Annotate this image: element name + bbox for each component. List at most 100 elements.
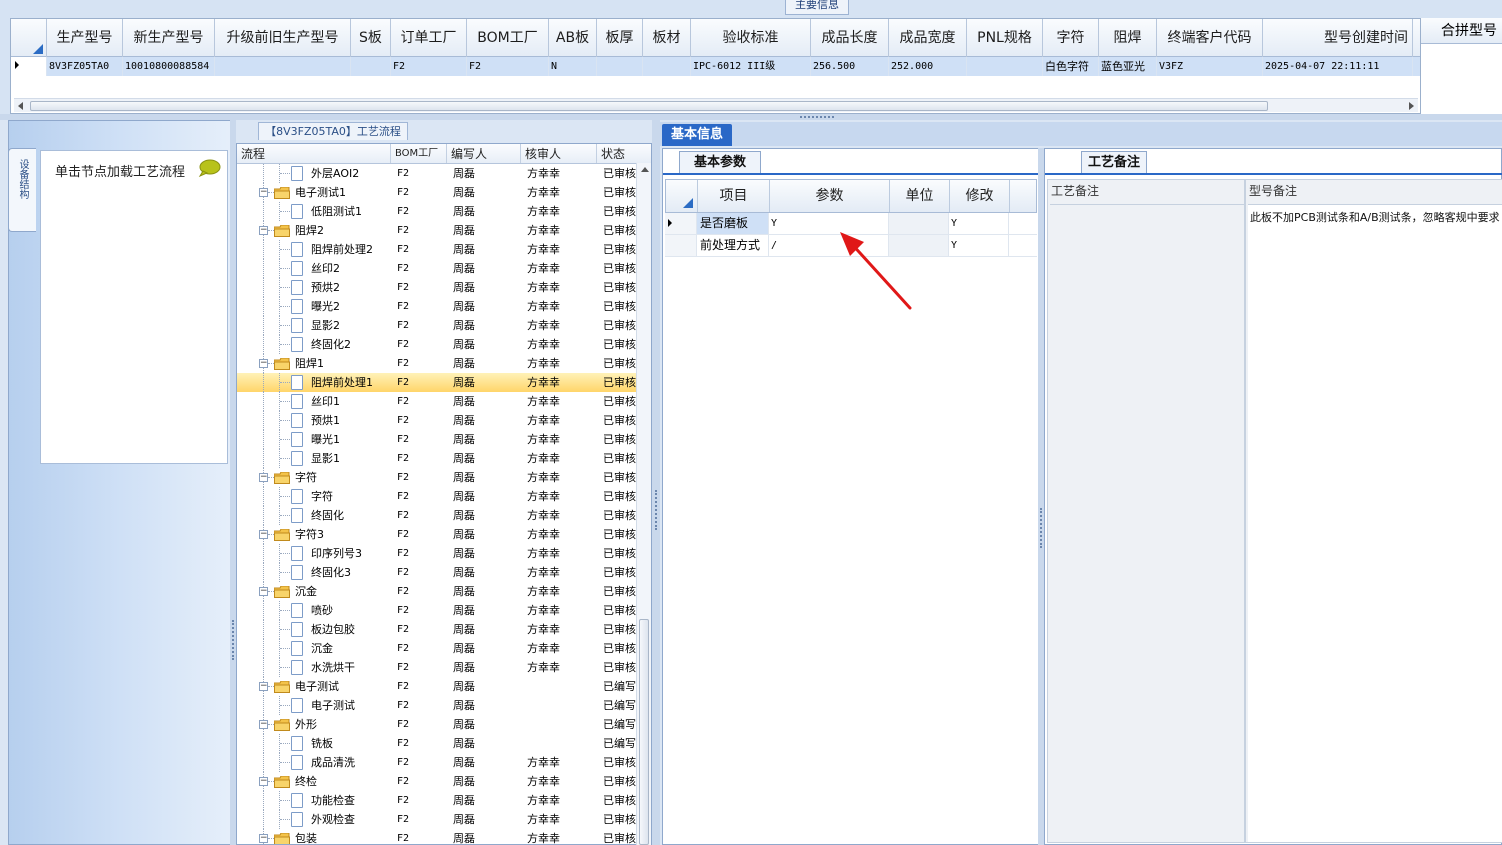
tree-cell-reviewer[interactable]: 方幸幸: [521, 354, 597, 373]
tree-col-writer[interactable]: 编写人: [447, 144, 521, 163]
tree-cell-writer[interactable]: 周磊: [447, 810, 521, 829]
tree-row[interactable]: − 终检 F2 周磊 方幸幸 已审核: [237, 772, 637, 791]
col-header-order-factory[interactable]: 订单工厂: [391, 19, 467, 57]
tree-cell-reviewer[interactable]: 方幸幸: [521, 316, 597, 335]
tree-node[interactable]: 终固化2: [237, 335, 391, 354]
param-col-unit[interactable]: 单位: [890, 180, 950, 212]
tree-cell-writer[interactable]: 周磊: [447, 183, 521, 202]
tree-row[interactable]: 曝光2 F2 周磊 方幸幸 已审核: [237, 297, 637, 316]
tree-cell-bom[interactable]: F2: [391, 449, 447, 468]
tree-cell-bom[interactable]: F2: [391, 259, 447, 278]
cell-pnl[interactable]: [967, 57, 1043, 76]
tree-node[interactable]: 丝印2: [237, 259, 391, 278]
tree-cell-writer[interactable]: 周磊: [447, 202, 521, 221]
tree-cell-status[interactable]: 已审核: [597, 791, 637, 810]
tree-cell-reviewer[interactable]: 方幸幸: [521, 392, 597, 411]
cell-production-model[interactable]: 8V3FZ05TA0: [47, 57, 123, 76]
tree-cell-writer[interactable]: 周磊: [447, 601, 521, 620]
tree-row[interactable]: 阻焊前处理2 F2 周磊 方幸幸 已审核: [237, 240, 637, 259]
tree-node[interactable]: 阻焊前处理1: [237, 373, 391, 392]
vscroll-thumb[interactable]: [639, 619, 649, 845]
cell-length[interactable]: 256.500: [811, 57, 889, 76]
collapse-toggle-icon[interactable]: −: [259, 720, 268, 729]
tree-cell-reviewer[interactable]: [521, 734, 597, 753]
tree-cell-bom[interactable]: F2: [391, 829, 447, 844]
tree-cell-bom[interactable]: F2: [391, 772, 447, 791]
col-header-s-board[interactable]: S板: [351, 19, 391, 57]
col-header-created-time[interactable]: 型号创建时间: [1263, 19, 1413, 57]
tree-cell-bom[interactable]: F2: [391, 544, 447, 563]
tree-cell-bom[interactable]: F2: [391, 278, 447, 297]
collapse-toggle-icon[interactable]: −: [259, 682, 268, 691]
tree-cell-bom[interactable]: F2: [391, 354, 447, 373]
tree-cell-reviewer[interactable]: 方幸幸: [521, 829, 597, 844]
tree-cell-bom[interactable]: F2: [391, 335, 447, 354]
cell-bom-factory[interactable]: F2: [467, 57, 549, 76]
col-header-solder-mask[interactable]: 阻焊: [1099, 19, 1157, 57]
tree-cell-bom[interactable]: F2: [391, 696, 447, 715]
tree-cell-writer[interactable]: 周磊: [447, 278, 521, 297]
cell-created-time[interactable]: 2025-04-07 22:11:11: [1263, 57, 1413, 76]
tree-node[interactable]: 喷砂: [237, 601, 391, 620]
tree-node[interactable]: − 阻焊2: [237, 221, 391, 240]
param-grid-corner[interactable]: [666, 180, 698, 212]
tree-cell-bom[interactable]: F2: [391, 297, 447, 316]
tree-cell-bom[interactable]: F2: [391, 601, 447, 620]
tree-node[interactable]: 外层AOI2: [237, 164, 391, 183]
tree-cell-writer[interactable]: 周磊: [447, 639, 521, 658]
cell-material[interactable]: [643, 57, 691, 76]
tree-col-bom[interactable]: BOM工厂: [391, 144, 447, 163]
tree-row[interactable]: 成品清洗 F2 周磊 方幸幸 已审核: [237, 753, 637, 772]
tree-cell-writer[interactable]: 周磊: [447, 468, 521, 487]
tree-col-status[interactable]: 状态: [597, 144, 651, 163]
tree-cell-bom[interactable]: F2: [391, 582, 447, 601]
model-remark-textarea[interactable]: 此板不加PCB测试条和A/B测试条，忽略客规中要求: [1248, 204, 1502, 842]
tree-node[interactable]: − 字符3: [237, 525, 391, 544]
tree-row[interactable]: 板边包胶 F2 周磊 方幸幸 已审核: [237, 620, 637, 639]
cell-acceptance[interactable]: IPC-6012 III级: [691, 57, 811, 76]
tree-cell-reviewer[interactable]: 方幸幸: [521, 772, 597, 791]
col-header-old-production-model[interactable]: 升级前旧生产型号: [215, 19, 351, 57]
col-header-production-model[interactable]: 生产型号: [47, 19, 123, 57]
tree-cell-reviewer[interactable]: [521, 677, 597, 696]
tree-cell-bom[interactable]: F2: [391, 221, 447, 240]
tree-cell-bom[interactable]: F2: [391, 639, 447, 658]
tree-node[interactable]: 水洗烘干: [237, 658, 391, 677]
tree-cell-reviewer[interactable]: 方幸幸: [521, 658, 597, 677]
tree-cell-bom[interactable]: F2: [391, 430, 447, 449]
tree-cell-reviewer[interactable]: 方幸幸: [521, 449, 597, 468]
tree-node[interactable]: − 包装: [237, 829, 391, 844]
tree-row[interactable]: 丝印2 F2 周磊 方幸幸 已审核: [237, 259, 637, 278]
cell-old-production-model[interactable]: [215, 57, 351, 76]
tree-node[interactable]: 阻焊前处理2: [237, 240, 391, 259]
tree-row[interactable]: 电子测试 F2 周磊 已编写: [237, 696, 637, 715]
tree-cell-status[interactable]: 已审核: [597, 430, 637, 449]
main-info-hscrollbar[interactable]: [14, 98, 1418, 112]
tab-basic-params[interactable]: 基本参数: [679, 151, 761, 173]
tree-cell-writer[interactable]: 周磊: [447, 696, 521, 715]
tree-cell-writer[interactable]: 周磊: [447, 772, 521, 791]
tree-cell-reviewer[interactable]: 方幸幸: [521, 487, 597, 506]
tree-cell-writer[interactable]: 周磊: [447, 525, 521, 544]
tree-cell-bom[interactable]: F2: [391, 525, 447, 544]
tree-row[interactable]: 功能检查 F2 周磊 方幸幸 已审核: [237, 791, 637, 810]
cell-character[interactable]: 白色字符: [1043, 57, 1099, 76]
tree-cell-writer[interactable]: 周磊: [447, 753, 521, 772]
tree-cell-bom[interactable]: F2: [391, 240, 447, 259]
col-header-customer-code[interactable]: 终端客户代码: [1157, 19, 1263, 57]
process-remark-textarea[interactable]: [1050, 204, 1244, 842]
param-modify-cell[interactable]: Y: [949, 213, 1009, 234]
tree-cell-reviewer[interactable]: 方幸幸: [521, 202, 597, 221]
tree-cell-bom[interactable]: F2: [391, 468, 447, 487]
tree-cell-status[interactable]: 已审核: [597, 335, 637, 354]
tree-cell-bom[interactable]: F2: [391, 183, 447, 202]
tree-cell-status[interactable]: 已审核: [597, 259, 637, 278]
tree-cell-bom[interactable]: F2: [391, 715, 447, 734]
tree-cell-reviewer[interactable]: 方幸幸: [521, 221, 597, 240]
tree-cell-writer[interactable]: 周磊: [447, 221, 521, 240]
tree-node[interactable]: − 字符: [237, 468, 391, 487]
tree-cell-bom[interactable]: F2: [391, 506, 447, 525]
tree-cell-reviewer[interactable]: 方幸幸: [521, 278, 597, 297]
param-item-cell[interactable]: 是否磨板: [697, 213, 769, 234]
tree-row[interactable]: 印序列号3 F2 周磊 方幸幸 已审核: [237, 544, 637, 563]
